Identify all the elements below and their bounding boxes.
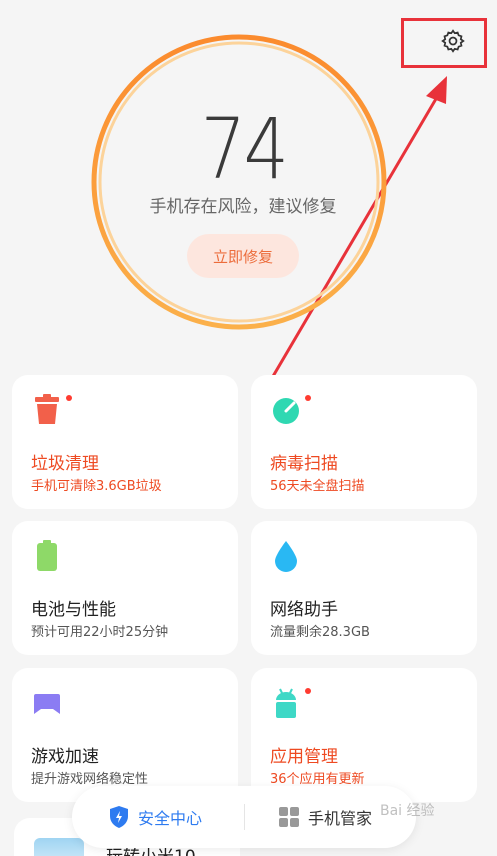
tab-phone-manager[interactable]: 手机管家 xyxy=(278,804,372,830)
card-game-boost[interactable]: 游戏加速 提升游戏网络稳定性 xyxy=(12,668,238,802)
watermark: Bai 经验 xyxy=(380,803,435,819)
card-title: 应用管理 xyxy=(270,747,338,767)
card-subtitle: 流量剩余28.3GB xyxy=(270,625,370,640)
tab-security-center[interactable]: 安全中心 xyxy=(108,804,202,830)
card-title: 病毒扫描 xyxy=(270,454,338,474)
android-icon xyxy=(276,688,296,718)
battery-icon xyxy=(37,540,57,571)
card-subtitle: 56天未全盘扫描 xyxy=(270,479,365,494)
notification-dot xyxy=(305,688,311,694)
card-subtitle: 36个应用有更新 xyxy=(270,772,365,787)
gamepad-icon xyxy=(34,694,60,714)
card-title: 垃圾清理 xyxy=(31,454,99,474)
card-battery-performance[interactable]: 电池与性能 预计可用22小时25分钟 xyxy=(12,521,238,655)
thumbnail-image xyxy=(34,838,84,856)
notification-dot xyxy=(66,395,72,401)
grid-icon xyxy=(279,807,299,827)
card-subtitle: 提升游戏网络稳定性 xyxy=(31,772,149,787)
notification-dot xyxy=(305,395,311,401)
card-title: 电池与性能 xyxy=(31,600,116,620)
card-junk-cleaner[interactable]: 垃圾清理 手机可清除3.6GB垃圾 xyxy=(12,375,238,509)
card-title: 网络助手 xyxy=(270,600,338,620)
tab-divider xyxy=(244,804,245,830)
security-score: 74 xyxy=(200,100,288,198)
card-title: 游戏加速 xyxy=(31,747,99,767)
tab-label: 安全中心 xyxy=(138,809,203,828)
card-subtitle: 预计可用22小时25分钟 xyxy=(31,625,169,640)
water-drop-icon xyxy=(275,541,297,572)
scan-icon xyxy=(273,398,299,424)
bottom-tab-bar: 安全中心 手机管家 xyxy=(72,786,416,848)
shield-icon xyxy=(110,806,128,828)
card-subtitle: 手机可清除3.6GB垃圾 xyxy=(31,479,162,494)
repair-now-button[interactable]: 立即修复 xyxy=(187,234,299,278)
card-network-assistant[interactable]: 网络助手 流量剩余28.3GB xyxy=(251,521,477,655)
trash-icon xyxy=(35,394,59,424)
score-status-text: 手机存在风险，建议修复 xyxy=(149,197,337,217)
tab-label: 手机管家 xyxy=(308,809,373,828)
card-virus-scan[interactable]: 病毒扫描 56天未全盘扫描 xyxy=(251,375,477,509)
card-app-management[interactable]: 应用管理 36个应用有更新 xyxy=(251,668,477,802)
